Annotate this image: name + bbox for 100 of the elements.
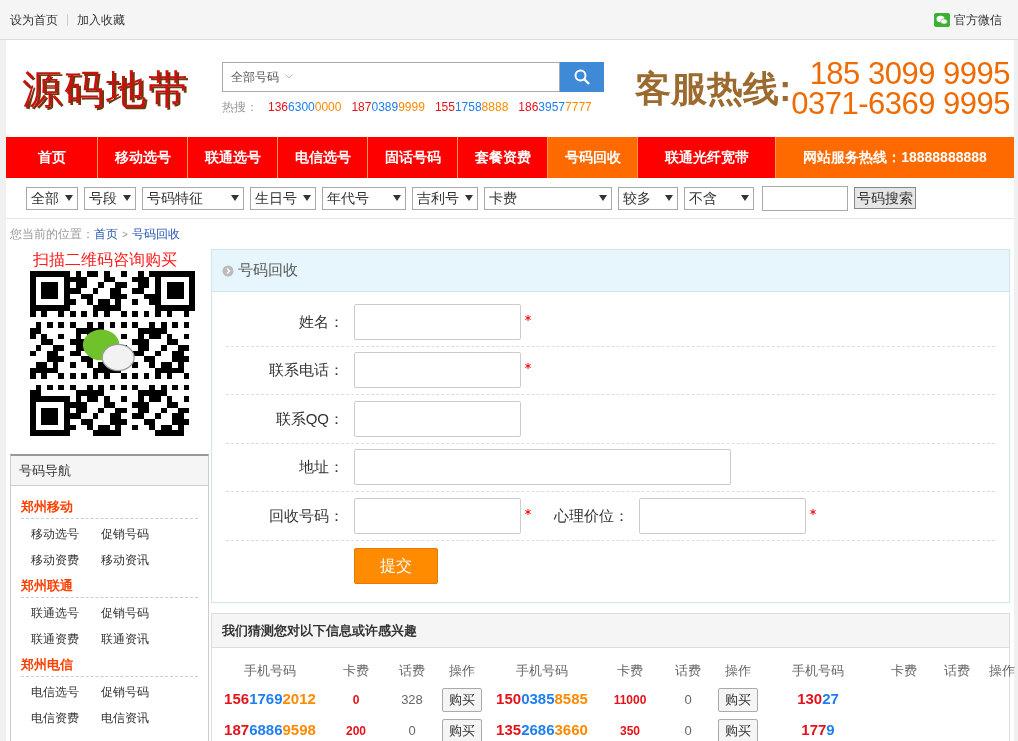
breadcrumb-label: 您当前的位置：: [10, 226, 94, 243]
card-fee: 11000: [613, 691, 647, 709]
sidebar-link[interactable]: 促销号码: [101, 600, 171, 626]
filter-select[interactable]: 全部: [26, 186, 78, 210]
buy-button[interactable]: 购买: [442, 718, 482, 741]
hotline-label: 客服热线:: [635, 66, 792, 111]
buy-button[interactable]: 购买: [442, 687, 482, 712]
sidebar-link[interactable]: 促销号码: [101, 521, 171, 547]
hot-search-label: 热搜：: [222, 98, 258, 116]
filter-select[interactable]: 卡费: [484, 186, 612, 210]
input-field[interactable]: [354, 352, 521, 389]
filter-select[interactable]: 较多: [618, 186, 678, 210]
required-mark-icon: [525, 363, 531, 370]
talk-fee: 328: [401, 690, 423, 709]
dropdown-arrow-icon: [65, 195, 73, 201]
hot-search-link[interactable]: 13663000000: [268, 97, 342, 116]
column-header: 话费: [943, 662, 971, 681]
top-link[interactable]: 加入收藏: [77, 10, 125, 29]
filter-select[interactable]: 不含: [684, 186, 754, 210]
phone-number-link[interactable]: 13526863660: [496, 719, 588, 741]
number-input[interactable]: [762, 185, 848, 211]
breadcrumb-link[interactable]: 号码回收: [131, 225, 180, 243]
required-mark-icon: [525, 314, 531, 321]
sidebar-link[interactable]: 促销号码: [101, 679, 171, 705]
sidebar-link[interactable]: 联通资费: [31, 626, 101, 652]
search-icon: [574, 68, 590, 85]
column-header: 手机号码: [243, 662, 297, 681]
sidebar-link[interactable]: 移动资费: [31, 547, 101, 573]
input-field[interactable]: [354, 497, 521, 534]
field-label: 联系电话：: [268, 360, 344, 380]
filter-select[interactable]: 号码特征: [142, 186, 244, 210]
input-field[interactable]: [354, 400, 521, 437]
column-header: 操作: [988, 662, 1016, 681]
site-logo[interactable]: 源码地带: [22, 62, 202, 115]
phone-number-link[interactable]: 1779: [801, 719, 835, 741]
breadcrumb-link[interactable]: 首页: [94, 225, 118, 243]
column-header: 话费: [674, 662, 702, 681]
sidebar-link[interactable]: 电信资费: [31, 705, 101, 731]
buy-button[interactable]: 购买: [718, 718, 758, 741]
card-fee: 350: [620, 722, 640, 740]
hotline-number: 0371-6369 9995: [791, 88, 1010, 119]
talk-fee: 0: [408, 721, 416, 740]
filter-select[interactable]: 年代号: [322, 186, 406, 210]
card-fee: 0: [352, 691, 360, 709]
phone-number-link[interactable]: 18768869598: [224, 719, 316, 741]
input-field[interactable]: [354, 449, 731, 486]
dropdown-arrow-icon: [665, 195, 673, 201]
wechat-link[interactable]: 官方微信: [954, 10, 1002, 29]
field-label: 回收号码：: [268, 505, 344, 526]
hot-search-link[interactable]: 18639577777: [518, 97, 592, 116]
dropdown-arrow-icon: [599, 195, 607, 201]
sidebar-link[interactable]: 移动选号: [31, 521, 101, 547]
column-header: 话费: [398, 662, 426, 681]
dropdown-arrow-icon: [741, 195, 749, 201]
dropdown-arrow-icon: [393, 195, 401, 201]
filter-select[interactable]: 吉利号: [412, 186, 478, 210]
field-label: 地址：: [298, 457, 344, 477]
dropdown-arrow-icon: [123, 195, 131, 201]
talk-fee: 0: [684, 690, 692, 709]
column-header: 操作: [448, 662, 476, 681]
group-title[interactable]: 郑州电信: [21, 652, 198, 677]
hot-search-link[interactable]: 18703899999: [351, 97, 425, 116]
filter-select[interactable]: 号段: [84, 186, 136, 210]
hot-search-link[interactable]: 15517588888: [434, 97, 509, 116]
phone-number-link[interactable]: 13027: [797, 688, 839, 711]
field-label: 联系QQ：: [274, 408, 344, 429]
group-title[interactable]: 郑州移动: [21, 494, 198, 519]
column-header: 卡费: [342, 662, 370, 681]
panel-title: 号码导航: [11, 456, 208, 486]
group-title[interactable]: 郑州联通: [21, 573, 198, 598]
phone-number-link[interactable]: 15003858585: [496, 688, 588, 711]
hotline-number: 185 3099 9995: [809, 58, 1010, 89]
dropdown-arrow-icon: [303, 195, 311, 201]
recommend-title: 我们猜测您对以下信息或许感兴趣: [222, 621, 417, 640]
qr-caption: 扫描二维码咨询购买: [32, 250, 178, 270]
top-link[interactable]: 设为首页: [10, 10, 58, 29]
column-header: 卡费: [890, 662, 918, 681]
filter-select[interactable]: 生日号: [250, 186, 316, 210]
input-field[interactable]: [354, 303, 521, 340]
required-mark-icon: [810, 508, 816, 515]
breadcrumb-separator: >: [122, 227, 128, 242]
search-field[interactable]: 全部号码: [222, 61, 560, 92]
dropdown-arrow-icon: [231, 195, 239, 201]
talk-fee: 0: [684, 721, 692, 740]
sidebar-link[interactable]: 联通资讯: [101, 626, 171, 652]
sidebar-link[interactable]: 电信资讯: [101, 705, 171, 731]
form-title: 号码回收: [238, 260, 298, 281]
buy-button[interactable]: 购买: [718, 687, 758, 712]
column-header: 操作: [724, 662, 752, 681]
column-header: 手机号码: [515, 662, 569, 681]
input-field[interactable]: [639, 497, 806, 534]
phone-number-link[interactable]: 15617692012: [224, 688, 316, 711]
required-mark-icon: [525, 508, 531, 515]
sidebar-link[interactable]: 移动资讯: [101, 547, 171, 573]
service-hotline: 网站服务热线：18888888888: [776, 137, 1014, 178]
sidebar-link[interactable]: 电信选号: [31, 679, 101, 705]
wechat-icon: [934, 12, 950, 27]
number-search-button[interactable]: 号码搜索: [854, 187, 916, 209]
sidebar-link[interactable]: 联通选号: [31, 600, 101, 626]
search-button[interactable]: [560, 61, 604, 92]
